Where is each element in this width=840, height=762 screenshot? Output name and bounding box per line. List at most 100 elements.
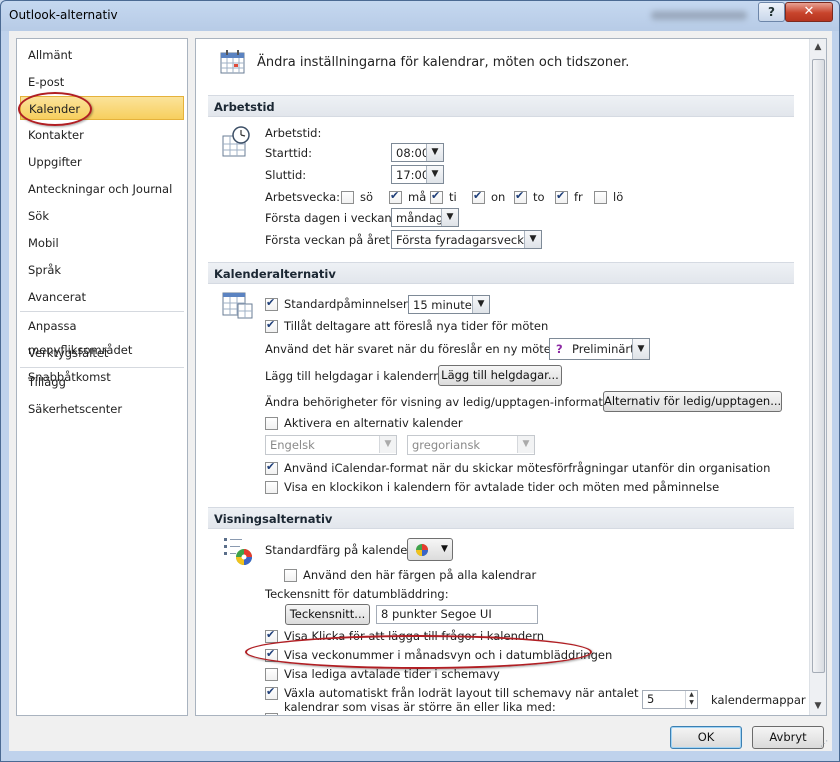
- calendar-header-icon: [220, 50, 245, 74]
- page-header: Ändra inställningarna för kalendrar, möt…: [257, 55, 630, 70]
- sidebar-item-anpassa[interactable]: Anpassa menyfliksområdet: [20, 314, 184, 357]
- chevron-down-icon: ▼: [379, 436, 396, 453]
- use-color-all-checkbox[interactable]: [284, 569, 297, 582]
- font-label: Teckensnitt för datumbläddring:: [265, 587, 449, 601]
- sidebar-separator: [20, 367, 184, 368]
- partial-checkbox[interactable]: [265, 713, 278, 715]
- scroll-up-icon[interactable]: ▲: [810, 39, 826, 56]
- add-holidays-button[interactable]: Lägg till helgdagar...: [438, 365, 562, 386]
- scroll-thumb[interactable]: [812, 59, 825, 673]
- day-checkbox-on[interactable]: [472, 189, 485, 204]
- kalender-highlight: [18, 92, 92, 126]
- allow-propose-checkbox[interactable]: [265, 318, 278, 333]
- sidebar-item-epost[interactable]: E-post: [20, 70, 184, 94]
- blurred-region: [651, 11, 747, 20]
- chevron-down-icon: ▼: [441, 209, 458, 226]
- cancel-button[interactable]: Avbryt: [752, 726, 824, 749]
- sidebar-item-anteckningar[interactable]: Anteckningar och Journal: [20, 177, 184, 201]
- resize-grip-icon[interactable]: ⋰: [820, 739, 830, 749]
- day-checkbox-fr[interactable]: [555, 189, 568, 204]
- sidebar-item-uppgifter[interactable]: Uppgifter: [20, 150, 184, 174]
- clock-calendar-icon: [222, 126, 250, 157]
- color-picker-button[interactable]: ▼: [407, 538, 453, 561]
- question-icon: ?: [556, 342, 563, 356]
- first-week-dropdown[interactable]: Första fyradagarsveckan ▼: [391, 230, 542, 249]
- freebusy-label: Ändra behörigheter för visning av ledig/…: [265, 395, 625, 409]
- freebusy-options-button[interactable]: Alternativ för ledig/upptagen...: [603, 391, 782, 412]
- sidebar-item-sprak[interactable]: Språk: [20, 258, 184, 282]
- starttid-label: Starttid:: [265, 146, 312, 160]
- sidebar: Allmänt E-post Kalender Kontakter Uppgif…: [16, 38, 188, 716]
- first-week-label: Första veckan på året:: [265, 233, 394, 247]
- window-title: Outlook-alternativ: [9, 8, 118, 22]
- clock-icon-label: Visa en klockikon i kalendern för avtala…: [284, 480, 720, 494]
- icalendar-label: Använd iCalendar-format när du skickar m…: [284, 461, 771, 475]
- click-to-add-checkbox[interactable]: [265, 628, 278, 643]
- close-button[interactable]: ✕: [785, 2, 833, 22]
- color-wheel-icon: [416, 544, 428, 556]
- reminders-dropdown[interactable]: 15 minuter ▼: [408, 295, 490, 314]
- reminders-label: Standardpåminnelser:: [284, 297, 412, 311]
- chevron-down-icon: ▼: [524, 231, 541, 248]
- day-label-må: må: [408, 190, 427, 204]
- chevron-down-icon: ▼: [441, 544, 448, 554]
- sidebar-item-snabbatkomst[interactable]: Verktygsfältet Snabbåtkomst: [20, 341, 184, 384]
- alt-calendar-language-dropdown[interactable]: Engelsk ▼: [265, 435, 397, 455]
- day-checkbox-to[interactable]: [514, 189, 527, 204]
- free-appointments-checkbox[interactable]: [265, 668, 278, 681]
- icalendar-checkbox[interactable]: [265, 460, 278, 475]
- reminders-checkbox[interactable]: [265, 296, 278, 311]
- font-button[interactable]: Teckensnitt...: [285, 604, 370, 625]
- chevron-down-icon: ▼: [517, 436, 534, 453]
- arbetsvecka-label: Arbetsvecka:: [265, 190, 341, 204]
- section-kalenderalternativ: Kalenderalternativ: [208, 262, 794, 284]
- auto-switch-checkbox[interactable]: [265, 685, 278, 700]
- arbetstid-title: Arbetstid:: [265, 126, 322, 140]
- sidebar-separator: [20, 311, 184, 312]
- sidebar-item-allmant[interactable]: Allmänt: [20, 43, 184, 67]
- day-checkbox-må[interactable]: [389, 189, 402, 204]
- first-day-dropdown[interactable]: måndag ▼: [391, 208, 459, 227]
- day-label-fr: fr: [574, 190, 583, 204]
- response-dropdown[interactable]: ? Preliminärt ▼: [549, 338, 650, 360]
- calendar-options-icon: [222, 292, 253, 319]
- help-button[interactable]: ?: [758, 2, 785, 22]
- day-label-sö: sö: [360, 190, 374, 204]
- alt-calendar-label: Aktivera en alternativ kalender: [284, 416, 463, 430]
- stepper-arrows-icon[interactable]: ▲ ▼: [685, 691, 697, 708]
- sidebar-item-avancerat[interactable]: Avancerat: [20, 285, 184, 309]
- first-day-label: Första dagen i veckan:: [265, 211, 396, 225]
- ok-button[interactable]: OK: [670, 726, 742, 749]
- chevron-down-icon: ▼: [632, 339, 649, 359]
- sidebar-item-sakerhetscenter[interactable]: Säkerhetscenter: [20, 397, 184, 421]
- display-options-icon: [224, 538, 252, 565]
- scroll-down-icon[interactable]: ▼: [810, 698, 826, 715]
- sidebar-item-kontakter[interactable]: Kontakter: [20, 123, 184, 147]
- day-label-ti: ti: [449, 190, 457, 204]
- day-label-lö: lö: [613, 190, 624, 204]
- day-checkbox-ti[interactable]: [430, 189, 443, 204]
- sluttid-dropdown[interactable]: 17:00 ▼: [391, 165, 444, 184]
- alt-calendar-checkbox[interactable]: [265, 417, 278, 430]
- default-color-label: Standardfärg på kalender:: [265, 543, 416, 557]
- day-label-on: on: [491, 190, 506, 204]
- vertical-scrollbar[interactable]: ▲ ▼: [809, 39, 826, 715]
- section-visningsalternativ: Visningsalternativ: [208, 507, 794, 529]
- auto-switch-label-line2: kalendrar som visas är större än eller l…: [284, 700, 556, 714]
- holidays-label: Lägg till helgdagar i kalendern:: [265, 369, 445, 383]
- sidebar-item-sok[interactable]: Sök: [20, 204, 184, 228]
- chevron-down-icon: ▼: [426, 166, 443, 183]
- free-appointments-label: Visa lediga avtalade tider i schemavy: [284, 667, 500, 681]
- sidebar-item-tillagg[interactable]: Tillägg: [20, 370, 184, 394]
- starttid-dropdown[interactable]: 08:00 ▼: [391, 143, 444, 162]
- sidebar-item-mobil[interactable]: Mobil: [20, 231, 184, 255]
- alt-calendar-type-dropdown[interactable]: gregoriansk ▼: [407, 435, 535, 455]
- clock-icon-checkbox[interactable]: [265, 481, 278, 494]
- options-window: Outlook-alternativ ? ✕ Allmänt E-post Ka…: [0, 0, 840, 762]
- auto-switch-stepper[interactable]: 5 ▲ ▼: [642, 690, 698, 709]
- content-panel: Ändra inställningarna för kalendrar, möt…: [195, 38, 827, 716]
- day-checkbox-lö[interactable]: [594, 191, 607, 204]
- day-checkbox-sö[interactable]: [341, 191, 354, 204]
- font-value-field[interactable]: 8 punkter Segoe UI: [376, 605, 538, 624]
- title-bar[interactable]: Outlook-alternativ ? ✕: [1, 1, 839, 31]
